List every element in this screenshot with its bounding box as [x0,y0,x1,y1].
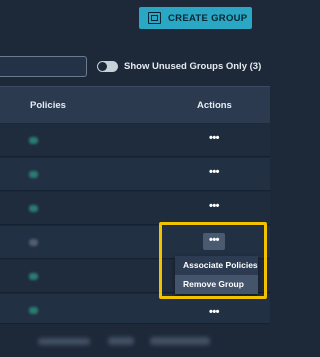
policy-indicator [29,307,38,314]
row-actions-button-active[interactable]: ••• [203,233,225,250]
group-add-icon [148,12,161,24]
policy-indicator [29,205,38,212]
search-input[interactable] [0,56,87,77]
menu-item-remove-group[interactable]: Remove Group [175,275,258,294]
pagination-controls[interactable] [150,337,210,345]
column-header-policies[interactable]: Policies [30,100,66,111]
table-row: ••• [0,226,270,259]
table-row: ••• [0,124,270,157]
show-unused-label: Show Unused Groups Only (3) [124,61,262,72]
row-actions-menu: Associate Policies Remove Group [175,256,258,294]
pagination-text [38,338,90,345]
column-header-actions: Actions [197,100,232,111]
row-actions-button[interactable]: ••• [205,166,223,182]
pagination-select[interactable] [108,337,134,345]
create-group-label: CREATE GROUP [168,12,248,24]
row-actions-button[interactable]: ••• [205,200,223,216]
policy-indicator [29,137,38,144]
table-row: ••• [0,192,270,225]
row-actions-button[interactable]: ••• [205,306,223,320]
policy-indicator [29,171,38,178]
policy-indicator [29,239,38,246]
table-row: ••• [0,158,270,191]
table-header: Policies Actions [0,86,270,123]
create-group-button[interactable]: CREATE GROUP [139,7,252,29]
toggle-knob [98,62,107,71]
table-pagination [0,323,270,357]
toolbar: CREATE GROUP Show Unused Groups Only (3) [0,0,270,86]
policy-indicator [29,273,38,280]
menu-item-associate-policies[interactable]: Associate Policies [175,256,258,275]
row-actions-button[interactable]: ••• [205,132,223,148]
show-unused-toggle[interactable] [97,61,118,72]
